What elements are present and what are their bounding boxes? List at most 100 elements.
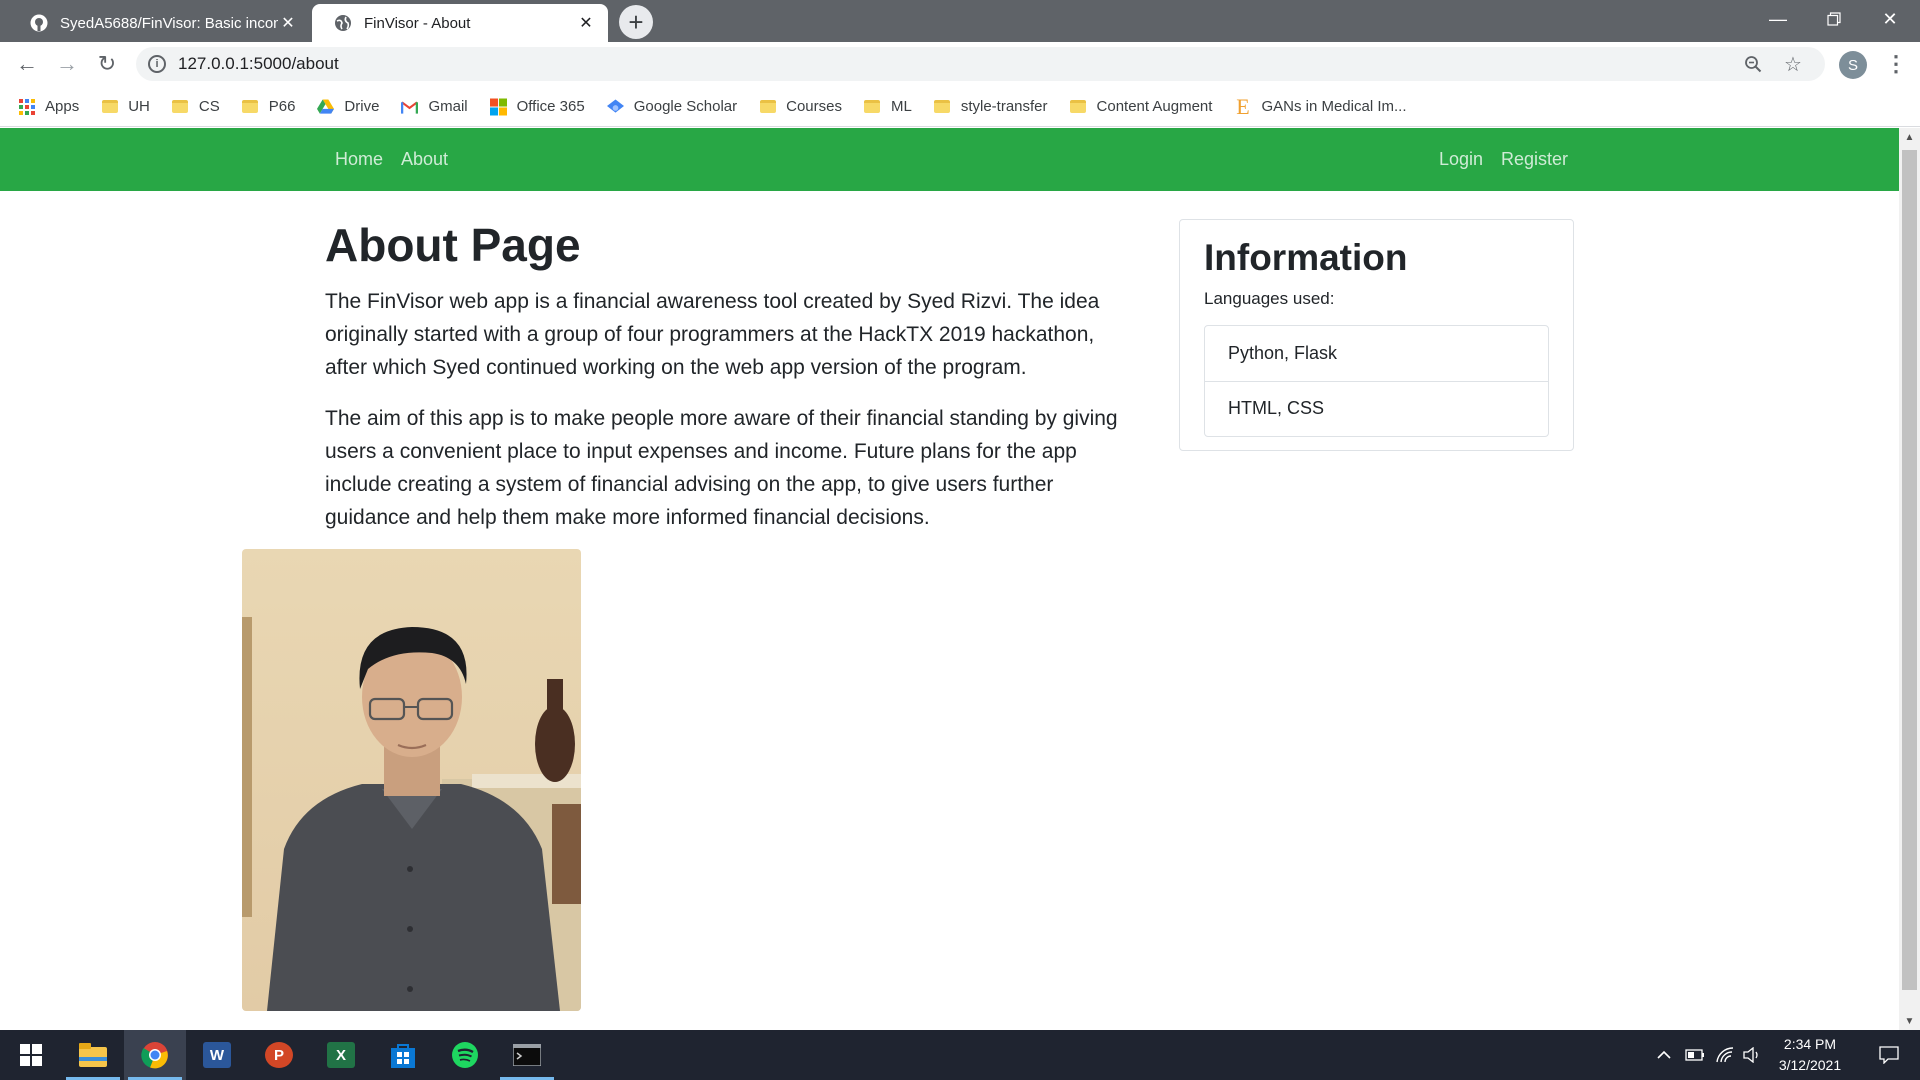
word-icon[interactable]: W bbox=[186, 1030, 248, 1080]
bookmark-office[interactable]: Office 365 bbox=[489, 98, 585, 115]
close-icon[interactable]: ✕ bbox=[278, 13, 298, 33]
bookmark-drive[interactable]: Drive bbox=[317, 98, 379, 115]
bookmark-star-icon[interactable]: ☆ bbox=[1778, 47, 1808, 81]
github-icon bbox=[30, 14, 48, 32]
nav-login-link[interactable]: Login bbox=[1439, 128, 1483, 191]
scroll-down-icon[interactable]: ▼ bbox=[1899, 1012, 1920, 1030]
file-explorer-icon[interactable] bbox=[62, 1030, 124, 1080]
wifi-icon[interactable] bbox=[1712, 1030, 1738, 1080]
new-tab-button[interactable]: + bbox=[619, 5, 653, 39]
office-icon bbox=[489, 98, 507, 115]
bookmark-label: GANs in Medical Im... bbox=[1261, 98, 1407, 115]
scroll-up-icon[interactable]: ▲ bbox=[1899, 128, 1920, 146]
bookmark-apps[interactable]: Apps bbox=[18, 98, 79, 115]
bookmark-content-augment[interactable]: Content Augment bbox=[1070, 98, 1213, 115]
clock-date: 3/12/2021 bbox=[1778, 1057, 1842, 1073]
languages-list: Python, Flask HTML, CSS bbox=[1204, 324, 1549, 437]
about-paragraph-1: The FinVisor web app is a financial awar… bbox=[325, 289, 1100, 379]
notification-icon[interactable] bbox=[1866, 1030, 1912, 1080]
bookmark-courses[interactable]: Courses bbox=[759, 98, 842, 115]
site-navbar: Home About Login Register bbox=[0, 128, 1899, 191]
folder-icon bbox=[759, 98, 776, 115]
browser-tab-strip: SyedA5688/FinVisor: Basic incom ✕ FinVis… bbox=[0, 0, 1920, 42]
site-info-icon[interactable]: i bbox=[148, 55, 166, 73]
bookmark-label: ML bbox=[890, 98, 912, 115]
list-item: Python, Flask bbox=[1228, 342, 1338, 363]
folder-icon bbox=[934, 98, 951, 115]
nav-register-link[interactable]: Register bbox=[1501, 128, 1568, 191]
window-close-icon[interactable]: ✕ bbox=[1862, 0, 1918, 38]
bookmark-label: Office 365 bbox=[516, 98, 585, 115]
address-url[interactable]: 127.0.0.1:5000/about bbox=[178, 54, 339, 74]
bookmark-p66[interactable]: P66 bbox=[242, 98, 296, 115]
windows-start-icon[interactable] bbox=[0, 1030, 62, 1080]
chevron-up-icon[interactable] bbox=[1652, 1030, 1676, 1080]
bookmark-label: Apps bbox=[45, 98, 80, 115]
spotify-icon[interactable] bbox=[434, 1030, 496, 1080]
zoom-icon[interactable] bbox=[1738, 47, 1768, 81]
scholar-icon bbox=[606, 98, 624, 115]
minimize-icon[interactable]: — bbox=[1750, 0, 1806, 38]
scrollbar-thumb[interactable] bbox=[1902, 150, 1917, 990]
apps-grid-icon bbox=[18, 98, 35, 115]
bookmark-cs[interactable]: CS bbox=[172, 98, 220, 115]
bookmark-label: Drive bbox=[344, 98, 380, 115]
information-card: Information Languages used: Python, Flas… bbox=[1179, 219, 1574, 451]
google-drive-icon bbox=[317, 98, 335, 115]
powerpoint-icon[interactable]: P bbox=[248, 1030, 310, 1080]
bookmark-gans[interactable]: E GANs in Medical Im... bbox=[1234, 93, 1407, 119]
bookmark-label: CS bbox=[198, 98, 220, 115]
tab-finvisor-about[interactable]: FinVisor - About ✕ bbox=[312, 4, 608, 42]
folder-icon bbox=[1070, 98, 1087, 115]
reload-icon[interactable]: ↻ bbox=[91, 48, 123, 80]
bookmark-label: Google Scholar bbox=[633, 98, 738, 115]
tab-github[interactable]: SyedA5688/FinVisor: Basic incom ✕ bbox=[8, 4, 310, 42]
about-paragraph-2: The aim of this app is to make people mo… bbox=[325, 406, 1118, 529]
e-logo-icon: E bbox=[1236, 93, 1250, 119]
folder-icon bbox=[242, 98, 259, 115]
bookmark-label: Content Augment bbox=[1096, 98, 1213, 115]
folder-icon bbox=[864, 98, 881, 115]
taskbar-clock[interactable]: 2:34 PM 3/12/2021 bbox=[1760, 1034, 1860, 1076]
more-menu-icon[interactable]: ⋮ bbox=[1882, 48, 1910, 80]
bookmark-style-transfer[interactable]: style-transfer bbox=[934, 98, 1048, 115]
page-title: About Page bbox=[325, 219, 581, 271]
bookmark-scholar[interactable]: Google Scholar bbox=[606, 98, 738, 115]
address-bar[interactable]: i 127.0.0.1:5000/about ☆ bbox=[136, 47, 1825, 81]
close-icon[interactable]: ✕ bbox=[576, 13, 596, 33]
terminal-icon[interactable] bbox=[496, 1030, 558, 1080]
bookmark-ml[interactable]: ML bbox=[864, 98, 912, 115]
nav-home-link[interactable]: Home bbox=[335, 128, 383, 191]
bookmark-gmail[interactable]: Gmail bbox=[401, 98, 468, 115]
chrome-icon[interactable] bbox=[124, 1030, 186, 1080]
battery-icon[interactable] bbox=[1682, 1030, 1708, 1080]
main-content: About Page The FinVisor web app is a fin… bbox=[325, 220, 1130, 552]
bookmark-label: Courses bbox=[786, 98, 842, 115]
store-icon[interactable] bbox=[372, 1030, 434, 1080]
folder-icon bbox=[101, 98, 118, 115]
clock-time: 2:34 PM bbox=[1783, 1036, 1837, 1052]
bookmark-label: P66 bbox=[268, 98, 296, 115]
excel-icon[interactable]: X bbox=[310, 1030, 372, 1080]
page-scrollbar[interactable]: ▲ ▼ bbox=[1899, 128, 1920, 1030]
gmail-icon bbox=[401, 98, 419, 115]
globe-icon bbox=[334, 14, 352, 32]
profile-avatar[interactable]: S bbox=[1839, 51, 1867, 79]
page-viewport: Home About Login Register About Page The… bbox=[0, 128, 1899, 1030]
profile-photo bbox=[242, 549, 581, 1011]
tab-title: FinVisor - About bbox=[364, 14, 471, 32]
windows-taskbar: W P X 2:34 PM 3/12/2021 bbox=[0, 1030, 1920, 1080]
back-arrow-icon[interactable]: ← bbox=[11, 48, 43, 80]
bookmark-label: UH bbox=[128, 98, 150, 115]
forward-arrow-icon[interactable]: → bbox=[51, 48, 83, 80]
languages-label: Languages used: bbox=[1204, 288, 1335, 308]
bookmark-label: Gmail bbox=[428, 98, 468, 115]
restore-icon[interactable] bbox=[1806, 0, 1862, 38]
list-item: HTML, CSS bbox=[1205, 380, 1548, 436]
tab-title: SyedA5688/FinVisor: Basic incom bbox=[60, 14, 278, 32]
folder-icon bbox=[172, 98, 189, 115]
nav-about-link[interactable]: About bbox=[401, 128, 448, 191]
browser-toolbar: ← → ↻ i 127.0.0.1:5000/about ☆ S ⋮ bbox=[0, 42, 1920, 87]
bookmark-label: style-transfer bbox=[960, 98, 1048, 115]
bookmark-uh[interactable]: UH bbox=[101, 98, 150, 115]
